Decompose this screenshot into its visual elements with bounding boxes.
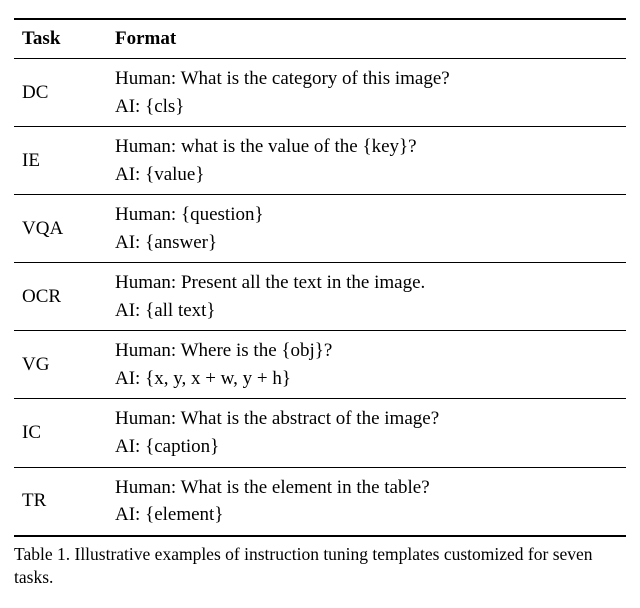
task-cell: DC (14, 59, 109, 127)
task-cell: OCR (14, 263, 109, 331)
task-cell: TR (14, 467, 109, 536)
table-header-row: Task Format (14, 19, 626, 59)
table-row: OCR Human: Present all the text in the i… (14, 263, 626, 331)
table-row: IE Human: what is the value of the {key}… (14, 127, 626, 195)
task-cell: VQA (14, 195, 109, 263)
task-cell: IE (14, 127, 109, 195)
table-row: TR Human: What is the element in the tab… (14, 467, 626, 536)
human-line: Human: what is the value of the {key}? (115, 133, 620, 161)
table-row: VG Human: Where is the {obj}? AI: {x, y,… (14, 331, 626, 399)
format-cell: Human: What is the element in the table?… (109, 467, 626, 536)
table-row: DC Human: What is the category of this i… (14, 59, 626, 127)
ai-line: AI: {all text} (115, 297, 620, 325)
table-row: VQA Human: {question} AI: {answer} (14, 195, 626, 263)
format-cell: Human: {question} AI: {answer} (109, 195, 626, 263)
human-line: Human: Present all the text in the image… (115, 269, 620, 297)
task-cell: IC (14, 399, 109, 467)
format-cell: Human: What is the category of this imag… (109, 59, 626, 127)
ai-line: AI: {element} (115, 501, 620, 529)
ai-line: AI: {cls} (115, 93, 620, 121)
human-line: Human: What is the element in the table? (115, 474, 620, 502)
format-cell: Human: Where is the {obj}? AI: {x, y, x … (109, 331, 626, 399)
ai-line: AI: {answer} (115, 229, 620, 257)
human-line: Human: Where is the {obj}? (115, 337, 620, 365)
header-format: Format (109, 19, 626, 59)
instruction-templates-table: Task Format DC Human: What is the catego… (14, 18, 626, 537)
human-line: Human: What is the category of this imag… (115, 65, 620, 93)
table-row: IC Human: What is the abstract of the im… (14, 399, 626, 467)
ai-line: AI: {caption} (115, 433, 620, 461)
format-cell: Human: What is the abstract of the image… (109, 399, 626, 467)
table-caption: Table 1. Illustrative examples of instru… (14, 543, 626, 590)
human-line: Human: {question} (115, 201, 620, 229)
ai-line: AI: {x, y, x + w, y + h} (115, 365, 620, 393)
format-cell: Human: what is the value of the {key}? A… (109, 127, 626, 195)
human-line: Human: What is the abstract of the image… (115, 405, 620, 433)
header-task: Task (14, 19, 109, 59)
task-cell: VG (14, 331, 109, 399)
format-cell: Human: Present all the text in the image… (109, 263, 626, 331)
ai-line: AI: {value} (115, 161, 620, 189)
